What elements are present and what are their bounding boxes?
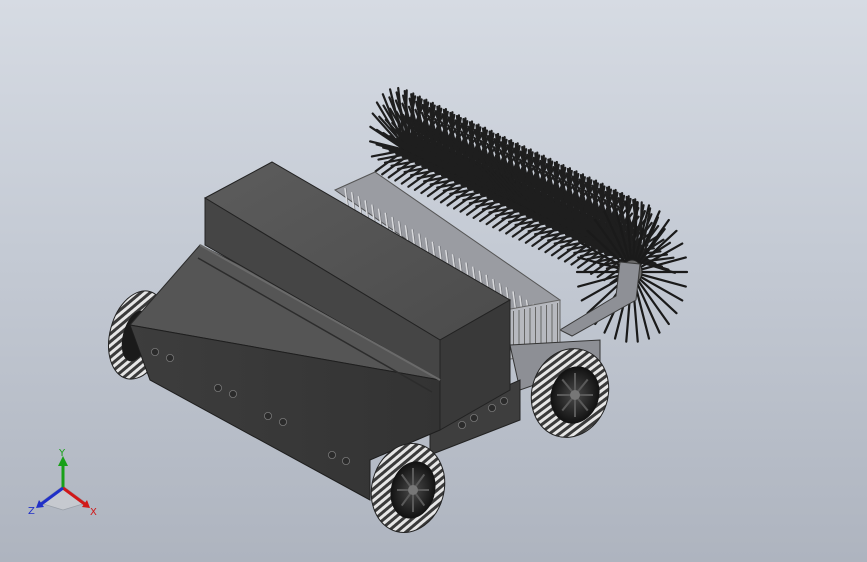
sweeper-robot-model[interactable] [0,0,867,562]
robot-body [129,161,512,501]
graphics-viewport[interactable]: Y X Z [0,0,867,562]
z-axis-label: Z [28,506,35,517]
orientation-triad: Y X Z [28,448,97,518]
x-axis-label: X [90,507,97,518]
y-axis-label: Y [58,448,66,459]
